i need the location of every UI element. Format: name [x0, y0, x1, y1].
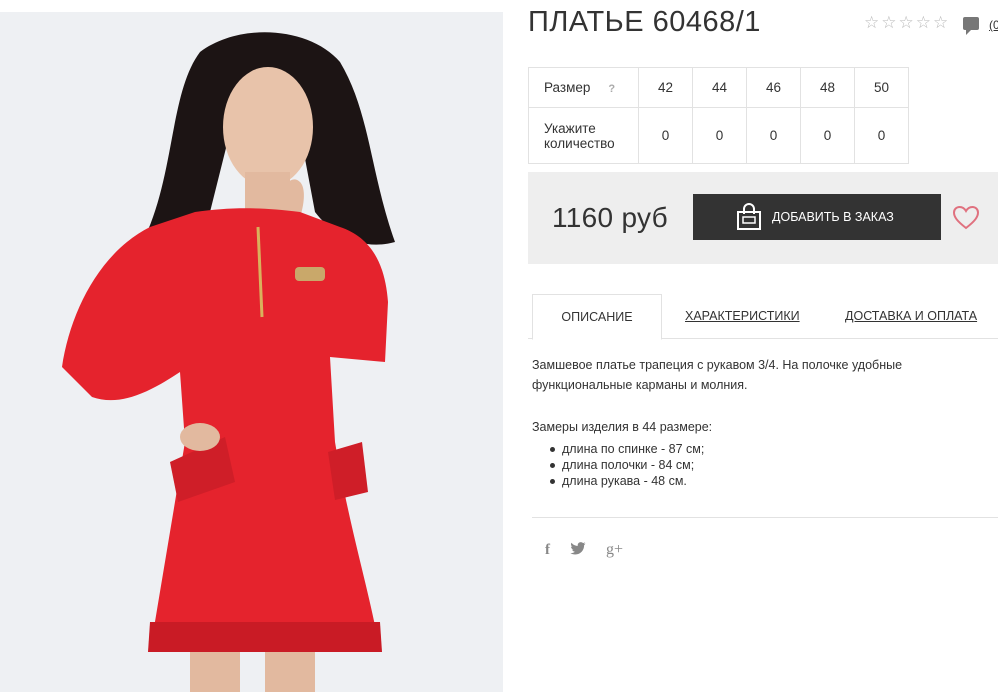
- tab-characteristics[interactable]: ХАРАКТЕРИСТИКИ: [685, 294, 800, 338]
- star-icon[interactable]: ☆: [899, 14, 914, 31]
- quantity-label-line2: количество: [544, 135, 615, 151]
- size-cell: 42: [638, 67, 693, 108]
- star-icon[interactable]: ☆: [933, 14, 948, 31]
- add-to-order-label: ДОБАВИТЬ В ЗАКАЗ: [772, 210, 894, 224]
- size-cell: 48: [800, 67, 855, 108]
- star-icon[interactable]: ☆: [916, 14, 931, 31]
- add-to-order-button[interactable]: ДОБАВИТЬ В ЗАКАЗ: [693, 194, 941, 240]
- google-plus-icon[interactable]: g+: [606, 541, 623, 559]
- product-tabs: ОПИСАНИЕ ХАРАКТЕРИСТИКИ ДОСТАВКА И ОПЛАТ…: [532, 294, 998, 340]
- quantity-label-cell: Укажите количество: [528, 107, 639, 164]
- size-help-icon[interactable]: ?: [608, 83, 615, 95]
- size-table: Размер? 42 44 46 48 50 Укажите количеств…: [528, 67, 909, 164]
- product-title: ПЛАТЬЕ 60468/1: [528, 6, 761, 38]
- tab-description[interactable]: ОПИСАНИЕ: [532, 294, 662, 340]
- measures-title: Замеры изделия в 44 размере:: [532, 420, 713, 434]
- description-text: Замшевое платье трапеция с рукавом 3/4. …: [532, 358, 903, 392]
- quantity-input[interactable]: 0: [638, 107, 693, 164]
- quantity-input[interactable]: 0: [746, 107, 801, 164]
- size-row: Размер? 42 44 46 48 50: [528, 67, 909, 108]
- twitter-icon[interactable]: [570, 541, 586, 559]
- facebook-icon[interactable]: f: [545, 542, 550, 559]
- quantity-input[interactable]: 0: [800, 107, 855, 164]
- shopping-bag-icon: [736, 203, 762, 231]
- size-label: Размер: [544, 80, 591, 95]
- list-item: длина рукава - 48 см.: [548, 473, 704, 489]
- quantity-row: Укажите количество 0 0 0 0 0: [528, 107, 909, 164]
- social-share: f g+: [545, 541, 623, 559]
- product-photo[interactable]: [0, 12, 503, 692]
- heart-icon[interactable]: [952, 205, 980, 235]
- size-cell: 46: [746, 67, 801, 108]
- size-label-cell: Размер?: [528, 67, 639, 108]
- comment-count-link[interactable]: (0: [989, 18, 998, 32]
- quantity-input[interactable]: 0: [692, 107, 747, 164]
- dress-model-illustration: [0, 12, 503, 692]
- list-item: длина полочки - 84 см;: [548, 457, 704, 473]
- quantity-label-line1: Укажите: [544, 120, 596, 136]
- tab-delivery-payment[interactable]: ДОСТАВКА И ОПЛАТА: [845, 294, 977, 338]
- divider: [532, 517, 998, 518]
- quantity-input[interactable]: 0: [854, 107, 909, 164]
- star-icon[interactable]: ☆: [881, 14, 896, 31]
- measures-list: длина по спинке - 87 см; длина полочки -…: [548, 441, 704, 489]
- star-icon[interactable]: ☆: [864, 14, 879, 31]
- list-item: длина по спинке - 87 см;: [548, 441, 704, 457]
- size-cell: 50: [854, 67, 909, 108]
- comment-icon[interactable]: [963, 17, 979, 35]
- size-cell: 44: [692, 67, 747, 108]
- price: 1160 руб: [552, 202, 668, 233]
- rating-stars[interactable]: ☆ ☆ ☆ ☆ ☆: [864, 14, 948, 31]
- purchase-box: 1160 руб ДОБАВИТЬ В ЗАКАЗ: [528, 172, 998, 264]
